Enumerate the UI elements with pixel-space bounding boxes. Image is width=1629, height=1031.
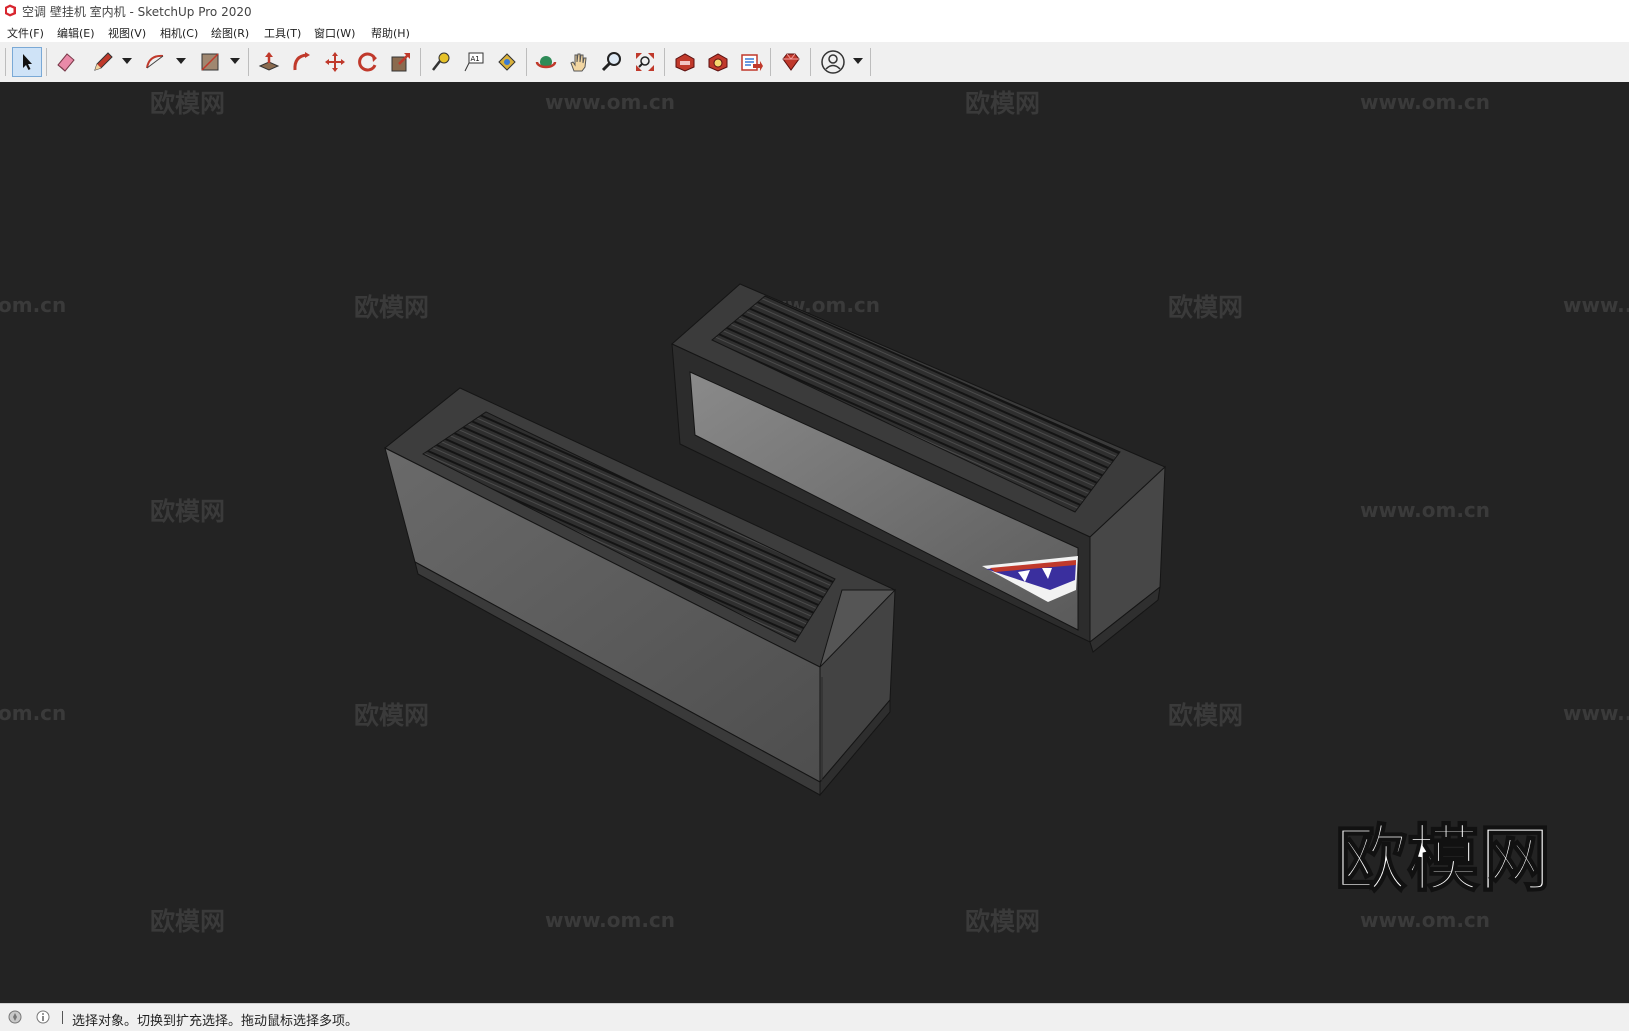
extension-warehouse-icon xyxy=(708,53,728,72)
watermark-url: www.. xyxy=(1563,701,1629,725)
watermark-url: om.cn xyxy=(0,293,66,317)
title-bar: 空调 壁挂机 室内机 - SketchUp Pro 2020 xyxy=(0,0,1629,22)
eraser-tool-button[interactable] xyxy=(51,47,81,77)
model-scene: 欧模网 www.om.cn 欧模网 www.om.cn om.cn 欧模网 ww… xyxy=(0,89,1629,936)
watermark-logo: 欧模网 xyxy=(150,497,225,526)
pan-tool-button[interactable] xyxy=(564,47,594,77)
watermark-url: www.. xyxy=(1563,293,1629,317)
zoom-tool-button[interactable] xyxy=(597,47,627,77)
pencil-dropdown-icon[interactable] xyxy=(122,58,132,64)
ruby-gem-icon xyxy=(782,53,800,71)
orbit-tool-button[interactable] xyxy=(531,47,561,77)
tape-measure-icon xyxy=(432,52,450,71)
watermark-url: www.om.cn xyxy=(1360,498,1490,522)
menu-draw[interactable]: 绘图(R) xyxy=(211,25,249,41)
menu-camera[interactable]: 相机(C) xyxy=(160,25,198,41)
tape-measure-tool-button[interactable] xyxy=(426,47,456,77)
account-button[interactable] xyxy=(818,47,848,77)
eraser-icon xyxy=(57,53,75,72)
rotate-tool-button[interactable] xyxy=(353,47,383,77)
arc-dropdown-icon[interactable] xyxy=(176,58,186,64)
magnifier-icon xyxy=(601,52,621,72)
status-message: 选择对象。切换到扩充选择。拖动鼠标选择多项。 xyxy=(72,1014,359,1029)
menu-help[interactable]: 帮助(H) xyxy=(371,25,410,41)
rectangle-dropdown-icon[interactable] xyxy=(230,58,240,64)
watermark-logo: 欧模网 xyxy=(1168,701,1243,730)
status-bar: 选择对象。切换到扩充选择。拖动鼠标选择多项。 xyxy=(0,1003,1629,1031)
scale-tool-button[interactable] xyxy=(386,47,416,77)
zoom-extents-tool-button[interactable] xyxy=(630,47,660,77)
send-to-layout-button[interactable] xyxy=(736,47,766,77)
text-tool-button[interactable]: A1 xyxy=(459,47,489,77)
watermark-logo: 欧模网 xyxy=(354,701,429,730)
menu-window[interactable]: 窗口(W) xyxy=(314,25,355,41)
arrow-cursor-icon xyxy=(23,54,32,70)
menu-edit[interactable]: 编辑(E) xyxy=(57,25,95,41)
watermark-url: om.cn xyxy=(0,701,66,725)
select-tool-button[interactable] xyxy=(12,47,42,77)
follow-me-icon xyxy=(293,52,310,71)
rotate-icon xyxy=(358,52,377,72)
paint-bucket-tool-button[interactable] xyxy=(492,47,522,77)
watermark-url: www.om.cn xyxy=(545,908,675,932)
move-tool-button[interactable] xyxy=(320,47,350,77)
menu-file[interactable]: 文件(F) xyxy=(7,25,44,41)
pencil-icon xyxy=(94,52,113,71)
pencil-tool-button[interactable] xyxy=(88,47,118,77)
text-label-icon: A1 xyxy=(464,52,484,72)
scale-icon xyxy=(391,53,410,72)
text-tool-label: A1 xyxy=(471,55,480,63)
rectangle-tool-button[interactable] xyxy=(195,47,225,77)
paint-bucket-icon xyxy=(498,53,516,71)
watermark-logo: 欧模网 xyxy=(150,907,225,936)
zoom-extents-icon xyxy=(636,53,654,71)
info-icon[interactable] xyxy=(36,1010,50,1024)
arc-tool-button[interactable] xyxy=(140,47,170,77)
orbit-icon xyxy=(535,56,557,69)
watermark-logo: 欧模网 xyxy=(150,89,225,118)
menu-view[interactable]: 视图(V) xyxy=(108,25,146,41)
watermark-logo: 欧模网 xyxy=(1168,293,1243,322)
push-pull-tool-button[interactable] xyxy=(254,47,284,77)
hand-pan-icon xyxy=(570,53,587,72)
user-avatar-icon xyxy=(821,50,845,74)
sketchup-logo-icon xyxy=(5,4,16,17)
window-title: 空调 壁挂机 室内机 - SketchUp Pro 2020 xyxy=(22,5,252,19)
menu-tools[interactable]: 工具(T) xyxy=(264,25,301,41)
model-viewport[interactable]: 欧模网 www.om.cn 欧模网 www.om.cn om.cn 欧模网 ww… xyxy=(0,82,1629,1003)
watermark-url: www.om.cn xyxy=(1360,90,1490,114)
status-divider xyxy=(62,1011,63,1024)
menu-bar: 文件(F) 编辑(E) 视图(V) 相机(C) 绘图(R) 工具(T) 窗口(W… xyxy=(0,22,1629,42)
big-brand-watermark: 欧模网 xyxy=(1335,817,1551,901)
rectangle-icon xyxy=(201,53,219,71)
layout-icon xyxy=(741,54,763,71)
watermark-layer: 欧模网 www.om.cn 欧模网 www.om.cn om.cn 欧模网 ww… xyxy=(0,89,1629,936)
3d-warehouse-button[interactable] xyxy=(670,47,700,77)
push-pull-icon xyxy=(258,52,280,71)
geo-location-icon[interactable] xyxy=(8,1010,22,1024)
watermark-logo: 欧模网 xyxy=(354,293,429,322)
follow-me-tool-button[interactable] xyxy=(287,47,317,77)
arc-icon xyxy=(146,54,164,69)
toolbar: A1 xyxy=(0,42,1629,83)
watermark-logo: 欧模网 xyxy=(965,907,1040,936)
extension-warehouse-button[interactable] xyxy=(703,47,733,77)
ruby-console-button[interactable] xyxy=(776,47,806,77)
warehouse-icon xyxy=(675,53,695,72)
move-icon xyxy=(325,52,345,72)
watermark-url: www.om.cn xyxy=(545,90,675,114)
watermark-logo: 欧模网 xyxy=(965,89,1040,118)
account-dropdown-icon[interactable] xyxy=(853,58,863,64)
toolbar-grip xyxy=(5,48,6,76)
watermark-url: www.om.cn xyxy=(1360,908,1490,932)
